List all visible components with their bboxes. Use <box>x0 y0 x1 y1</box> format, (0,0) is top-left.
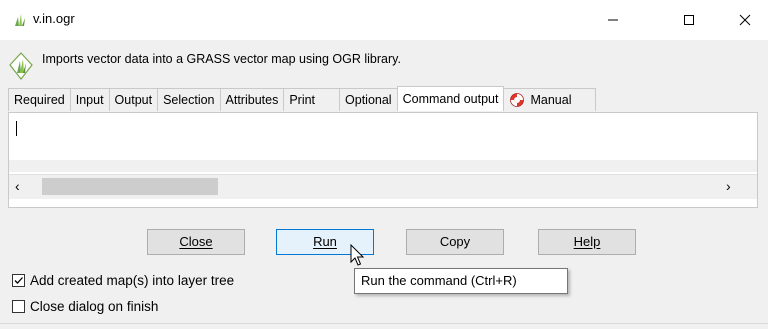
tab-input[interactable]: Input <box>69 88 110 111</box>
tab-required[interactable]: Required <box>8 88 71 111</box>
minimize-button[interactable] <box>590 0 636 40</box>
tab-attributes[interactable]: Attributes <box>219 88 285 111</box>
add-to-layer-tree-option[interactable]: Add created map(s) into layer tree <box>12 273 234 288</box>
lifebuoy-icon <box>510 93 525 107</box>
help-button[interactable]: Help <box>538 229 636 255</box>
close-window-button[interactable] <box>722 0 768 40</box>
tab-output[interactable]: Output <box>108 88 159 111</box>
run-button-label: Run <box>313 234 337 249</box>
close-button-label: Close <box>179 234 213 249</box>
command-output-text[interactable] <box>9 116 757 161</box>
run-tooltip: Run the command (Ctrl+R) <box>354 268 568 294</box>
panel-gap <box>9 160 757 172</box>
add-to-layer-tree-label: Add created map(s) into layer tree <box>30 273 235 288</box>
copy-button[interactable]: Copy <box>406 229 504 255</box>
grass-app-icon <box>15 14 25 26</box>
module-description: Imports vector data into a GRASS vector … <box>42 52 401 66</box>
tab-manual-label: Manual <box>530 93 572 107</box>
close-button[interactable]: Close <box>147 229 245 255</box>
scroll-left-icon[interactable]: ‹ <box>15 178 20 194</box>
minimize-icon <box>608 19 618 21</box>
window-title: v.in.ogr <box>33 11 75 26</box>
grass-logo-icon <box>9 52 33 80</box>
close-on-finish-checkbox[interactable] <box>12 300 25 313</box>
mouse-pointer-icon <box>350 244 365 266</box>
tab-selection[interactable]: Selection <box>157 88 221 111</box>
copy-button-label: Copy <box>439 234 471 249</box>
maximize-button[interactable] <box>666 0 712 40</box>
maximize-icon <box>684 15 694 25</box>
tab-print[interactable]: Print <box>283 88 341 111</box>
scrollbar-thumb[interactable] <box>42 178 218 195</box>
help-button-label: Help <box>573 234 601 249</box>
bottom-divider <box>0 323 768 324</box>
add-to-layer-tree-checkbox[interactable] <box>12 274 25 287</box>
close-icon <box>739 14 751 26</box>
tab-bar: Required Input Output Selection Attribut… <box>8 86 597 112</box>
tab-manual[interactable]: Manual <box>503 88 597 111</box>
close-on-finish-label: Close dialog on finish <box>30 299 159 314</box>
checkmark-icon <box>14 277 23 284</box>
scroll-right-icon[interactable]: › <box>726 178 731 194</box>
title-bar: v.in.ogr <box>0 0 768 40</box>
tab-command-output[interactable]: Command output <box>396 86 505 111</box>
text-caret <box>16 121 17 136</box>
tab-optional[interactable]: Optional <box>339 88 398 111</box>
close-on-finish-option[interactable]: Close dialog on finish <box>12 299 158 314</box>
